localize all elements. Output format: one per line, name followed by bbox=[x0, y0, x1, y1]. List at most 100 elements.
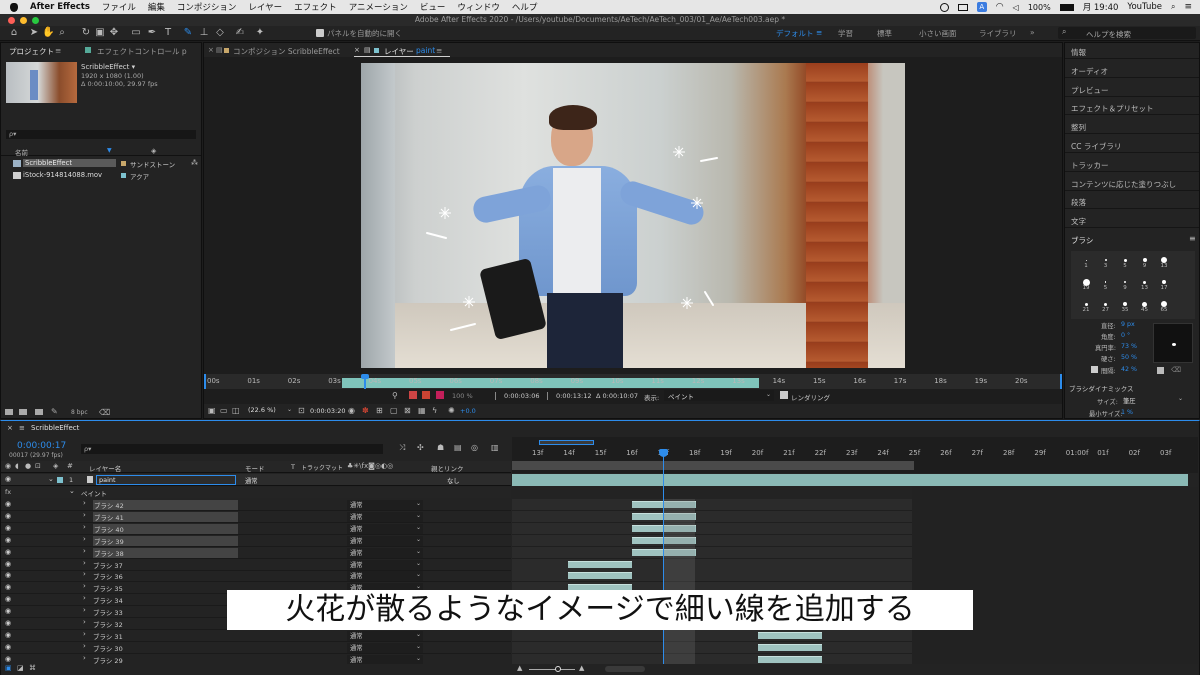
expand-chevron-icon[interactable]: › bbox=[83, 654, 86, 662]
brush-tip-dot[interactable] bbox=[1104, 281, 1107, 283]
brush-duration-bar[interactable] bbox=[758, 631, 822, 639]
rectangle-tool-icon[interactable]: ▭ bbox=[130, 27, 142, 39]
brush-row[interactable]: ◉ › ブラシ 42 通常 ⌄ bbox=[1, 499, 511, 511]
play-icon[interactable]: ⚲ bbox=[392, 391, 398, 400]
viewer-playhead-handle[interactable] bbox=[361, 374, 369, 379]
visibility-eye-icon[interactable]: ◉ bbox=[5, 595, 11, 603]
brush-tip-dot[interactable] bbox=[1123, 258, 1127, 262]
expand-chevron-icon[interactable]: › bbox=[83, 523, 86, 531]
eraser-tool-icon[interactable]: ◇ bbox=[214, 27, 226, 39]
brush-row[interactable]: ◉ › ブラシ 36 通常 ⌄ bbox=[1, 570, 511, 583]
panel-item[interactable]: プレビュー bbox=[1071, 85, 1109, 96]
snapshot-icon[interactable] bbox=[409, 391, 417, 399]
panel-item[interactable]: トラッカー bbox=[1071, 160, 1109, 171]
auto-open-panels-checkbox[interactable] bbox=[316, 29, 324, 37]
tab-project-menu-icon[interactable]: ≡ bbox=[55, 46, 61, 55]
workspace-libraries[interactable]: ライブラリ bbox=[979, 28, 1017, 39]
brush-tip-dot[interactable] bbox=[1085, 259, 1087, 261]
viewer-time-ruler[interactable]: 00s 01s 02s 03s 04s 05s 06s 07s 08s 09s 10s 11s 12s 1… bbox=[204, 374, 1062, 389]
expand-chevron-icon[interactable]: › bbox=[83, 547, 86, 555]
brush-row[interactable]: ◉ › ブラシ 39 通常 ⌄ bbox=[1, 535, 511, 547]
brush-duration-bar[interactable] bbox=[758, 643, 822, 651]
layer-mode-value[interactable]: 通常 bbox=[245, 476, 258, 485]
brush-row[interactable]: ◉ › ブラシ 31 通常 ⌄ bbox=[1, 630, 511, 642]
brush-tool-icon[interactable]: ✎ bbox=[182, 27, 194, 39]
motion-blur-icon[interactable]: ◎ bbox=[471, 443, 478, 452]
panel-item[interactable]: 文字 bbox=[1071, 216, 1086, 227]
ruler-end-marker[interactable] bbox=[1060, 374, 1062, 389]
brush-row[interactable]: ◉ › ブラシ 41 通常 ⌄ bbox=[1, 511, 511, 523]
panel-item[interactable]: 情報 bbox=[1071, 47, 1086, 58]
expand-chevron-icon[interactable]: › bbox=[83, 582, 86, 590]
visibility-eye-icon[interactable]: ◉ bbox=[5, 619, 11, 627]
puppet-tool-icon[interactable]: ✦ bbox=[254, 27, 266, 39]
user-name[interactable]: YouTube bbox=[1127, 2, 1162, 12]
camera-tool-icon[interactable]: ▣ bbox=[94, 27, 106, 39]
ruler-start-marker[interactable] bbox=[204, 374, 206, 389]
monitor-icon[interactable]: ▭ bbox=[220, 406, 228, 415]
project-search-field[interactable]: ρ▾ bbox=[6, 130, 196, 139]
spacing-value[interactable]: 42 % bbox=[1121, 366, 1137, 373]
project-item-footage[interactable]: iStock-914814088.mov アクア bbox=[1, 170, 201, 181]
brush-tip-dot[interactable] bbox=[1084, 302, 1088, 306]
column-trackmatte[interactable]: トラックマット bbox=[301, 463, 343, 472]
in-out-toggle-icon[interactable]: ⌘ bbox=[29, 664, 36, 672]
clone-stamp-tool-icon[interactable]: ⊥ bbox=[198, 27, 210, 39]
mask-icon[interactable]: ▢ bbox=[390, 406, 398, 415]
view-dropdown[interactable]: ペイント ⌄ bbox=[664, 390, 774, 401]
expand-chevron-icon[interactable]: › bbox=[83, 511, 86, 519]
column-mode[interactable]: モード bbox=[245, 463, 265, 473]
workspace-default[interactable]: デフォルト bbox=[776, 28, 814, 39]
menu-help[interactable]: ヘルプ bbox=[512, 1, 538, 13]
set-out-icon[interactable]: | bbox=[546, 391, 549, 400]
render-label[interactable]: レンダリング bbox=[791, 392, 830, 402]
layer-switches-toggle-icon[interactable]: ▣ bbox=[5, 664, 12, 672]
brush-duration-bar[interactable] bbox=[568, 560, 632, 568]
roundness-value[interactable]: 73 % bbox=[1121, 343, 1137, 350]
selection-tool-icon[interactable]: ➤ bbox=[28, 27, 40, 39]
layer-duration-bar[interactable] bbox=[512, 474, 1188, 486]
zoom-out-icon[interactable]: ▲ bbox=[517, 664, 522, 672]
blend-mode-dropdown[interactable]: 通常 ⌄ bbox=[347, 642, 423, 653]
trash-icon[interactable]: ⌫ bbox=[99, 408, 110, 417]
layer-name-field[interactable]: paint bbox=[96, 475, 236, 485]
rotate-tool-icon[interactable]: ↻ bbox=[80, 27, 92, 39]
battery-percent[interactable]: 100% bbox=[1028, 3, 1051, 12]
timeline-current-time[interactable]: 0:00:00:17 bbox=[17, 441, 66, 451]
work-area-band[interactable] bbox=[512, 461, 914, 470]
layer-row-paint[interactable]: ◉ ⌄ 1 paint 通常 なし bbox=[1, 474, 511, 486]
new-folder-icon[interactable] bbox=[19, 409, 27, 415]
hardness-value[interactable]: 50 % bbox=[1121, 354, 1137, 361]
wifi-icon[interactable]: ◠ bbox=[996, 2, 1004, 12]
blend-mode-dropdown[interactable]: 通常 ⌄ bbox=[347, 511, 423, 522]
graph-editor-icon[interactable]: ▥ bbox=[491, 443, 499, 452]
pen-tool-icon[interactable]: ✒ bbox=[146, 27, 158, 39]
close-window-button[interactable] bbox=[8, 17, 15, 24]
flowchart-icon[interactable]: ⁂ bbox=[191, 159, 198, 167]
render-checkbox[interactable] bbox=[780, 391, 788, 399]
timeline-ruler[interactable]: 13f14f15f16f17f18f19f20f21f22f23f24f25f2… bbox=[512, 437, 1198, 473]
min-size-value[interactable]: 1 % bbox=[1121, 409, 1133, 416]
clock[interactable]: 月 19:40 bbox=[1083, 1, 1119, 13]
layer-tab-lock-icon[interactable]: ▤ bbox=[364, 46, 371, 54]
spacing-label[interactable]: 間隔: bbox=[1101, 366, 1116, 375]
opacity-value[interactable]: 100 % bbox=[452, 392, 473, 400]
zoom-in-icon[interactable]: ▲ bbox=[579, 664, 584, 672]
panel-item[interactable]: オーディオ bbox=[1071, 66, 1108, 77]
blend-mode-dropdown[interactable]: 通常 ⌄ bbox=[347, 547, 423, 558]
brush-row[interactable]: ◉ › ブラシ 37 通常 ⌄ bbox=[1, 559, 511, 571]
brush-tip-dot[interactable] bbox=[1104, 302, 1107, 306]
workspace-small-screen[interactable]: 小さい画面 bbox=[919, 28, 957, 39]
close-comp-tab-icon[interactable]: × bbox=[208, 46, 214, 54]
expand-chevron-icon[interactable]: › bbox=[83, 630, 86, 638]
menu-edit[interactable]: 編集 bbox=[148, 1, 165, 13]
blend-mode-dropdown[interactable]: 通常 ⌄ bbox=[347, 559, 423, 570]
column-layer-name[interactable]: レイヤー名 bbox=[89, 463, 121, 473]
panel-item[interactable]: CC ライブラリ bbox=[1071, 141, 1121, 152]
set-in-icon[interactable]: | bbox=[494, 391, 497, 400]
screen-icon[interactable] bbox=[957, 3, 968, 11]
exposure-value[interactable]: +0.0 bbox=[460, 407, 476, 415]
brush-panel-menu-icon[interactable]: ≡ bbox=[1189, 234, 1196, 243]
visibility-eye-icon[interactable]: ◉ bbox=[5, 548, 11, 556]
expand-chevron-icon[interactable]: › bbox=[83, 570, 86, 578]
